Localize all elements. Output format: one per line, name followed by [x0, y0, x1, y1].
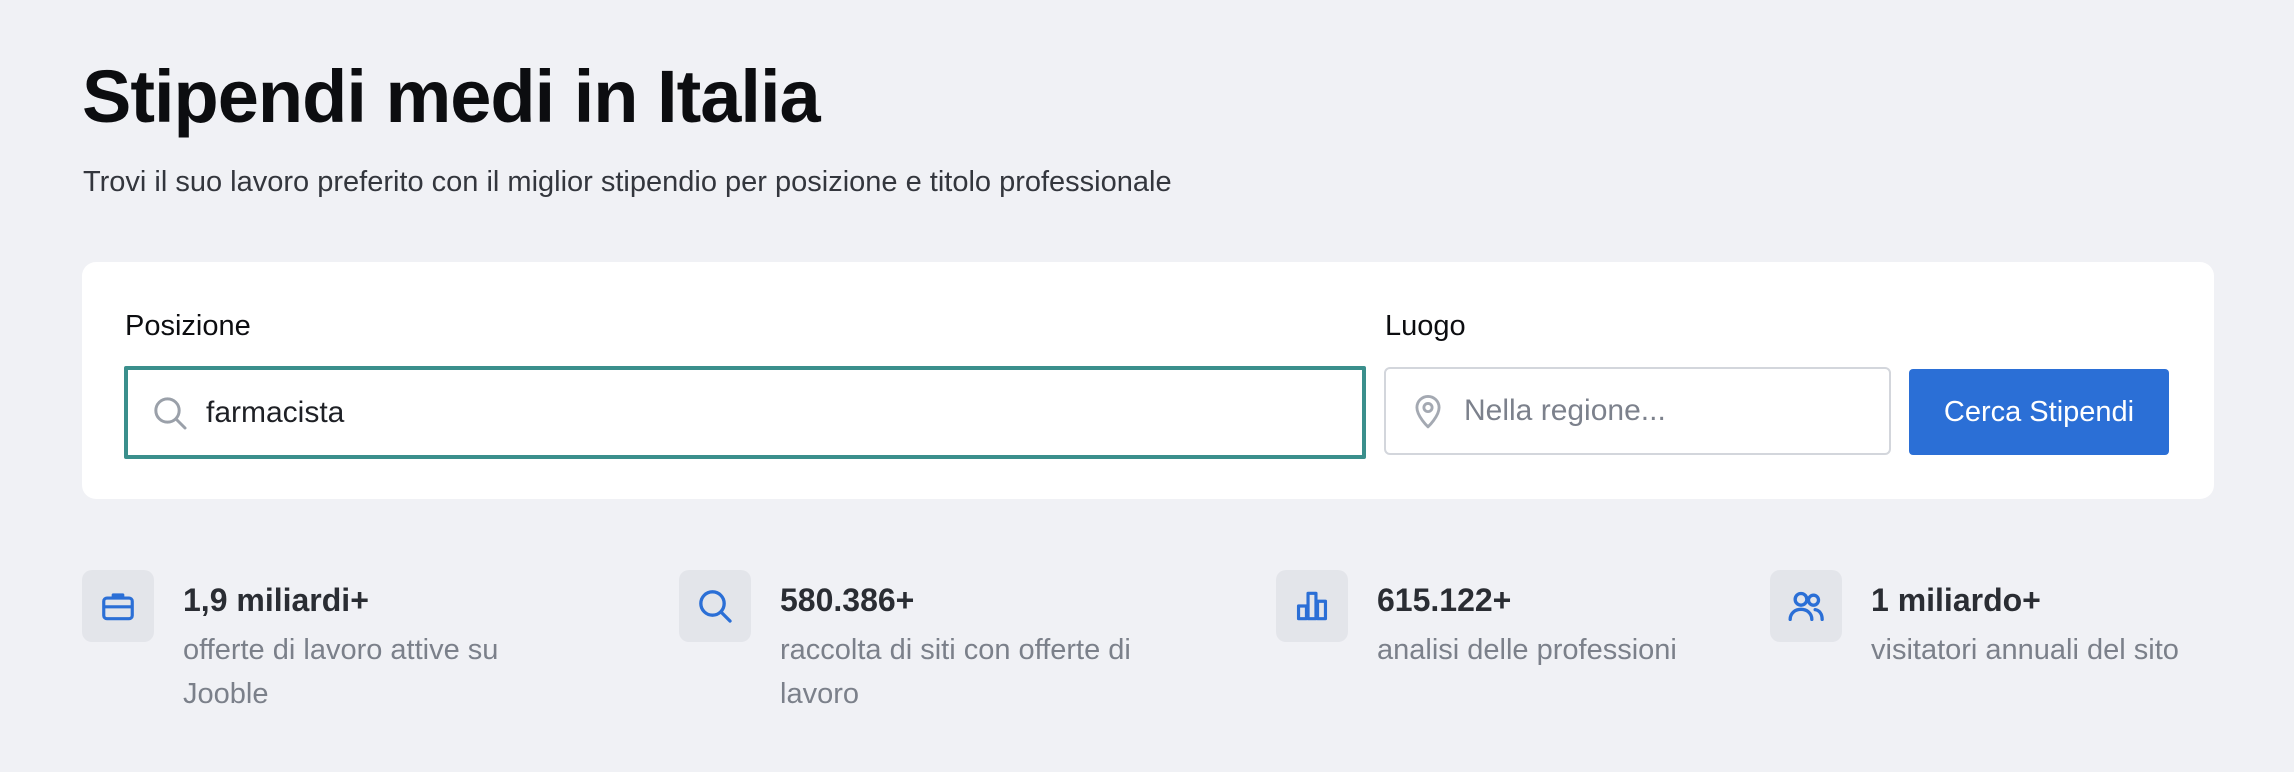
- position-label: Posizione: [125, 310, 251, 342]
- location-input[interactable]: [1464, 394, 1867, 428]
- search-icon: [148, 391, 192, 435]
- stat-description: visitatori annuali del sito: [1871, 634, 2179, 666]
- page-subtitle: Trovi il suo lavoro preferito con il mig…: [83, 166, 1172, 198]
- stat-description: offerte di lavoro attive su Jooble: [183, 634, 499, 710]
- bar-chart-icon: [1276, 570, 1348, 642]
- location-pin-icon: [1406, 389, 1450, 433]
- salary-search-form: Posizione Luogo Cerca Stipendi: [82, 262, 2214, 499]
- stat-value: 615.122+: [1377, 582, 1512, 618]
- stat-value: 1,9 miliardi+: [183, 582, 369, 618]
- search-salaries-button[interactable]: Cerca Stipendi: [1909, 369, 2169, 455]
- position-input[interactable]: [206, 395, 1194, 430]
- page-title: Stipendi medi in Italia: [82, 55, 821, 138]
- stat-description: analisi delle professioni: [1377, 634, 1677, 666]
- position-field[interactable]: [124, 366, 1366, 459]
- location-label: Luogo: [1385, 310, 1466, 342]
- stat-description: raccolta di siti con offerte di lavoro: [780, 634, 1131, 710]
- users-icon: [1770, 570, 1842, 642]
- stat-value: 1 miliardo+: [1871, 582, 2041, 618]
- search-icon: [679, 570, 751, 642]
- location-field[interactable]: [1384, 367, 1891, 455]
- page: Stipendi medi in Italia Trovi il suo lav…: [0, 0, 2294, 772]
- briefcase-icon: [82, 570, 154, 642]
- stat-value: 580.386+: [780, 582, 915, 618]
